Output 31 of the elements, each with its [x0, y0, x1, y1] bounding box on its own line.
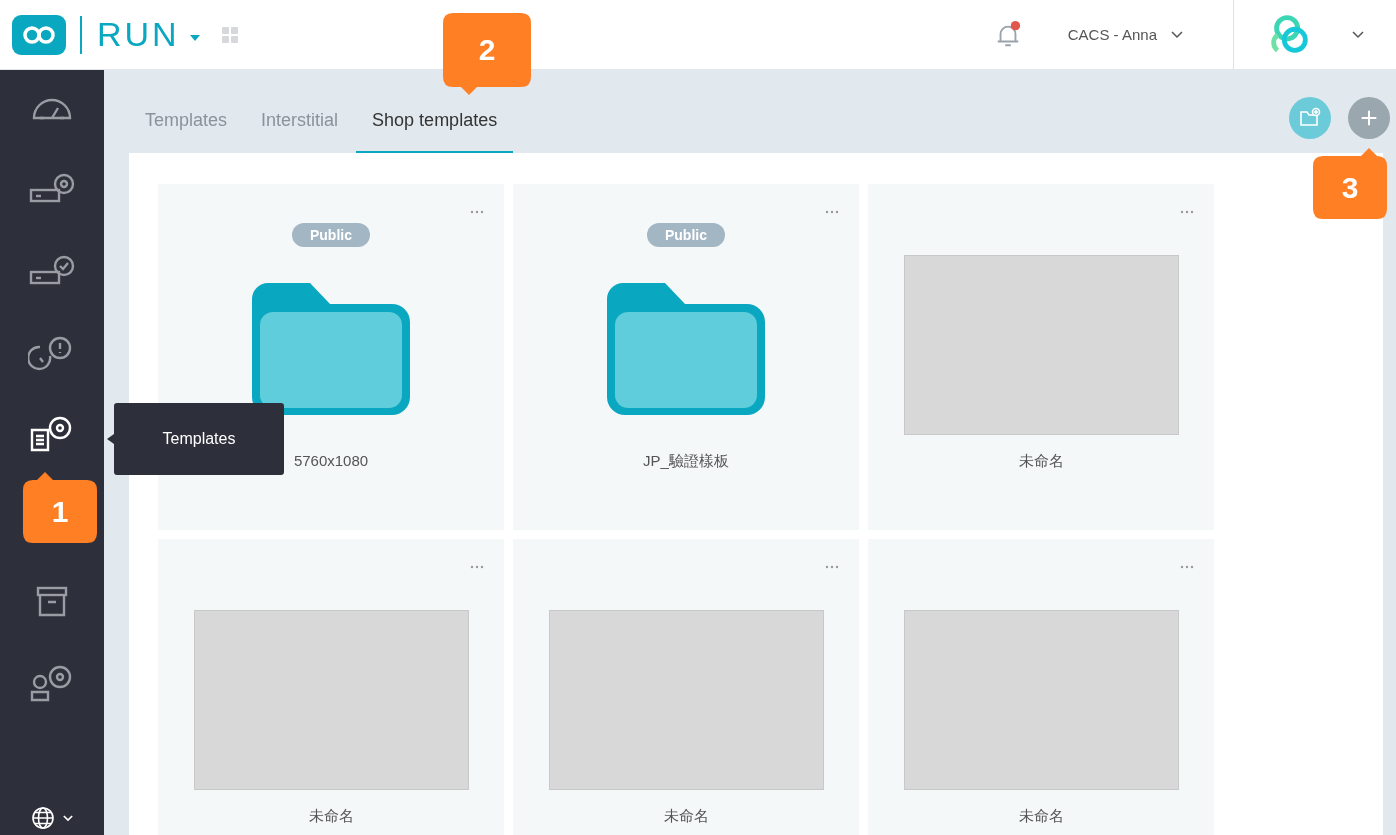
more-icon[interactable] [825, 565, 839, 569]
template-card[interactable]: 未命名 [158, 539, 504, 835]
folder-icon [607, 283, 765, 415]
card-title: 未命名 [1018, 807, 1064, 826]
card-title: 未命名 [663, 807, 709, 826]
tooltip-text: Templates [162, 430, 236, 448]
folder-icon [252, 283, 410, 415]
add-button[interactable] [1348, 97, 1390, 139]
step-callout: 2 [443, 13, 531, 95]
caret-icon[interactable] [189, 34, 200, 41]
template-card[interactable]: Public JP_驗證樣板 [513, 184, 859, 530]
card-title: 未命名 [1018, 452, 1064, 471]
logo-icon [12, 14, 66, 55]
public-badge: Public [647, 223, 725, 247]
step-callout: 3 [1313, 148, 1387, 219]
more-icon[interactable] [470, 210, 484, 214]
more-icon[interactable] [825, 210, 839, 214]
more-icon[interactable] [470, 565, 484, 569]
globe-icon[interactable] [31, 806, 55, 830]
chevron-icon[interactable] [1352, 30, 1364, 39]
template-card[interactable]: 未命名 [868, 539, 1214, 835]
more-icon[interactable] [1180, 210, 1194, 214]
card-title: 未命名 [308, 807, 354, 826]
public-badge: Public [292, 223, 370, 247]
more-icon[interactable] [1180, 565, 1194, 569]
template-card[interactable]: 未命名 [513, 539, 859, 835]
template-card[interactable]: 未命名 [868, 184, 1214, 530]
card-title: JP_驗證樣板 [643, 452, 729, 471]
user-menu[interactable]: CACS - Anna [1067, 26, 1157, 43]
chevron-icon[interactable] [1171, 30, 1183, 39]
card-title: 5760x1080 [293, 452, 369, 469]
